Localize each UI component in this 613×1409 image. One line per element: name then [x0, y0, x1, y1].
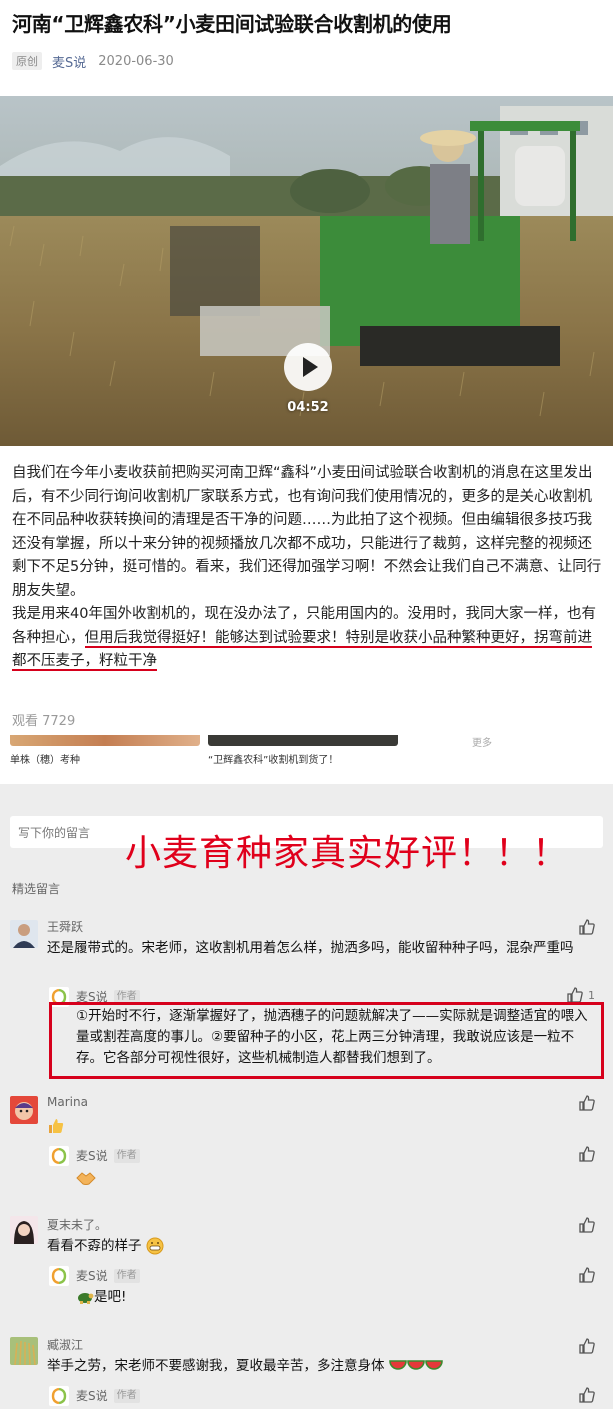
paragraph-1: 自我们在今年小麦收获前把购买河南卫辉“鑫科”小麦田间试验联合收割机的消息在这里发…: [12, 465, 602, 599]
comment-text: 看看不孬的样子: [47, 1236, 247, 1257]
comment-text-content: 看看不孬的样子: [47, 1238, 142, 1254]
comment-text: [47, 1116, 107, 1137]
comment-author: 王舜跃: [47, 920, 84, 934]
grin-emoji-icon: [146, 1237, 164, 1255]
comment-text: 还是履带式的。宋老师，这收割机用着怎么样，抛洒多吗，能收留种种子吗，混杂严重吗: [47, 940, 574, 956]
play-icon: [302, 357, 318, 377]
author-tag: 作者: [113, 1388, 140, 1403]
like-icon[interactable]: [578, 1216, 596, 1234]
reply-like-count: 1: [588, 989, 595, 1002]
highlight-box: [49, 1002, 604, 1079]
comment-text: 举手之劳，宋老师不要感谢我，夏收最辛苦，多注意身体: [47, 1356, 577, 1377]
reply-author: 麦S说 作者: [76, 1267, 140, 1284]
highlighted-review: 但用后我觉得挺好！能够达到试验要求！特别是收获小品种繁种更好，拐弯前进都不压麦子…: [12, 629, 592, 671]
related-title-2[interactable]: “卫辉鑫农科”收割机到货了！: [208, 751, 338, 766]
comments-section: 写下你的留言 小麦育种家真实好评！！！ 精选留言 王舜跃 还是履带式的。宋老师，…: [0, 784, 613, 1409]
paragraph-2: 我是用来40年国外收割机的，现在没办法了，只能用国内的。没用时，我同大家一样，也…: [12, 603, 605, 674]
featured-comments-label: 精选留言: [12, 882, 61, 896]
related-title-1[interactable]: 单株（穗）考种: [10, 751, 80, 766]
reply-author-name: 麦S说: [76, 1269, 108, 1283]
article-meta: 原创 麦S说 2020-06-30: [12, 52, 174, 71]
related-articles: 单株（穗）考种 “卫辉鑫农科”收割机到货了！ 更多: [0, 735, 613, 783]
like-icon[interactable]: [578, 918, 596, 936]
related-thumb-2[interactable]: [208, 735, 398, 746]
play-button[interactable]: [284, 343, 332, 391]
like-icon[interactable]: [578, 1145, 596, 1163]
related-more[interactable]: 更多: [472, 735, 492, 749]
reply-author: 麦S说 作者: [76, 1147, 140, 1164]
reply-author-name: 麦S说: [76, 1389, 108, 1403]
view-count: 观看 7729: [12, 714, 76, 729]
author-avatar[interactable]: [49, 1386, 69, 1406]
article-body: 自我们在今年小麦收获前把购买河南卫辉“鑫科”小麦田间试验联合收割机的消息在这里发…: [12, 462, 605, 674]
avatar[interactable]: [10, 1337, 38, 1365]
avatar[interactable]: [10, 920, 38, 948]
like-icon[interactable]: [578, 1337, 596, 1355]
reply-author-name: 麦S说: [76, 1149, 108, 1163]
article-title: 河南“卫辉鑫农科”小麦田间试验联合收割机的使用: [12, 12, 452, 36]
publish-date: 2020-06-30: [98, 53, 174, 69]
like-icon[interactable]: [578, 1266, 596, 1284]
avatar[interactable]: [10, 1096, 38, 1124]
promo-overlay-text: 小麦育种家真实好评！！！: [125, 833, 570, 874]
author-avatar[interactable]: [49, 1146, 69, 1166]
reply-text: [76, 1168, 136, 1189]
like-icon[interactable]: [578, 1094, 596, 1112]
original-badge: 原创: [12, 52, 42, 70]
reply-text: 是吧!: [76, 1287, 196, 1308]
author-link[interactable]: 麦S说: [52, 52, 86, 71]
comment-author: Marina: [47, 1095, 88, 1109]
reply-author: 麦S说 作者: [76, 1387, 140, 1404]
article: 河南“卫辉鑫农科”小麦田间试验联合收割机的使用 原创 麦S说 2020-06-3…: [0, 0, 613, 784]
watermelon-emoji-icon: [388, 1360, 443, 1370]
video-thumbnail: [0, 96, 613, 446]
related-thumb-1[interactable]: [10, 735, 200, 746]
author-tag: 作者: [113, 1268, 140, 1283]
comment-text-content: 举手之劳，宋老师不要感谢我，夏收最辛苦，多注意身体: [47, 1358, 385, 1374]
author-avatar[interactable]: [49, 1266, 69, 1286]
comment-author: 臧淑江: [47, 1338, 84, 1352]
handshake-icon: [76, 1172, 96, 1185]
author-tag: 作者: [113, 1148, 140, 1163]
video-player[interactable]: 04:52: [0, 96, 613, 446]
video-duration: 04:52: [287, 400, 329, 415]
turtle-emoji-icon: [78, 1293, 94, 1304]
comment-author: 夏末未了。: [47, 1218, 108, 1232]
thumbs-up-icon: [49, 1119, 64, 1133]
like-icon[interactable]: [578, 1386, 596, 1404]
reply-text-content: 是吧!: [94, 1289, 127, 1305]
avatar[interactable]: [10, 1216, 38, 1244]
